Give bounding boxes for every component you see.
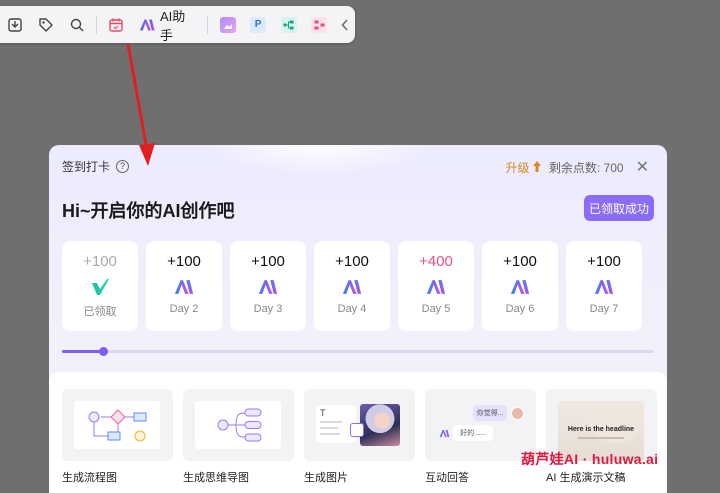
toolbar-divider: [207, 15, 209, 34]
image-app-icon[interactable]: [212, 6, 243, 43]
day-points: +100: [167, 253, 201, 270]
modal-header: 签到打卡 ?: [62, 158, 130, 175]
checkin-modal: 签到打卡 ? 升级 剩余点数: 700 ✕ Hi~开启你的AI创作吧 已领取成功…: [49, 145, 667, 493]
calendar-icon[interactable]: [101, 6, 132, 43]
feature-label: 互动回答: [425, 472, 469, 484]
header-glow: [199, 145, 439, 175]
day-points: +100: [503, 253, 537, 270]
flow-app-icon[interactable]: [273, 6, 304, 43]
feature-presentation[interactable]: Here is the headline AI 生成演示文稿: [546, 389, 657, 485]
day-label: Day 3: [253, 303, 283, 315]
feature-image[interactable]: T 生成图片: [304, 389, 415, 485]
chat-bubble-ai: 好的......: [453, 425, 493, 441]
image-thumbnail: T: [304, 389, 415, 461]
collapse-icon[interactable]: [335, 6, 355, 43]
feature-section: 生成流程图 生成思维导图 T 生成图片 你觉得... 好的...... 互动回答…: [49, 372, 667, 493]
day-card-1[interactable]: +100 已领取: [62, 241, 138, 331]
claimed-button[interactable]: 已领取成功: [584, 195, 654, 221]
day-cards: +100 已领取 +100 Day 2 +100 Day 3 +100 Day …: [62, 241, 642, 331]
ai-helper-button[interactable]: AI助手: [131, 6, 203, 44]
mindmap-app-icon[interactable]: [304, 6, 335, 43]
avatar: [511, 407, 524, 420]
p-app-letter: P: [250, 16, 267, 33]
check-icon: [92, 279, 109, 295]
day-card-2[interactable]: +100 Day 2: [146, 241, 222, 331]
ai-logo-icon: [510, 280, 530, 294]
upgrade-arrow-icon: [532, 160, 541, 172]
ai-logo-icon: [140, 18, 156, 31]
modal-header-right: 升级 剩余点数: 700 ✕: [506, 157, 649, 177]
day-points: +100: [83, 253, 117, 270]
day-points: +100: [587, 253, 621, 270]
checkin-progress-knob: [99, 347, 109, 356]
toolbar: AI助手 P: [0, 6, 355, 43]
feature-mindmap[interactable]: 生成思维导图: [183, 389, 294, 485]
day-card-3[interactable]: +100 Day 3: [230, 241, 306, 331]
help-icon[interactable]: ?: [116, 160, 130, 173]
ai-logo-icon: [174, 280, 194, 294]
checkin-progress-track: [62, 347, 654, 356]
feature-label: 生成图片: [304, 472, 348, 484]
ai-logo-icon: [594, 280, 614, 294]
feature-list: 生成流程图 生成思维导图 T 生成图片 你觉得... 好的...... 互动回答…: [62, 389, 657, 485]
day-label: Day 2: [169, 303, 199, 315]
ai-logo-icon: [426, 280, 446, 294]
feature-label: 生成思维导图: [183, 472, 249, 484]
feature-flowchart[interactable]: 生成流程图: [62, 389, 173, 485]
toolbar-divider: [95, 15, 97, 34]
day-label: Day 6: [505, 303, 535, 315]
upgrade-label: 升级: [505, 160, 530, 175]
portrait-image: [360, 404, 400, 446]
tag-icon[interactable]: [31, 6, 62, 43]
day-points: +100: [251, 253, 285, 270]
feature-chat[interactable]: 你觉得... 好的...... 互动回答: [425, 389, 536, 485]
image-tool-icon: [350, 423, 364, 437]
flowchart-thumbnail: [62, 389, 173, 461]
feature-label: AI 生成演示文稿: [546, 472, 626, 484]
modal-title: 签到打卡: [62, 160, 111, 174]
day-card-4[interactable]: +100 Day 4: [314, 241, 390, 331]
ai-helper-label: AI助手: [159, 8, 186, 43]
ai-logo-icon: [258, 280, 278, 294]
day-card-6[interactable]: +100 Day 6: [482, 241, 558, 331]
chat-thumbnail: 你觉得... 好的......: [425, 389, 536, 461]
p-app-icon[interactable]: P: [243, 6, 274, 43]
day-label: Day 5: [421, 303, 451, 315]
chat-bubble-user: 你觉得...: [473, 405, 507, 421]
close-icon[interactable]: ✕: [636, 157, 649, 177]
day-label: 已领取: [83, 306, 117, 318]
ai-logo-icon: [439, 429, 450, 438]
day-label: Day 7: [589, 303, 619, 315]
watermark: 葫芦娃AI · huluwa.ai: [521, 451, 659, 467]
checkin-progress-fill: [62, 350, 104, 353]
mindmap-thumbnail: [183, 389, 294, 461]
day-card-7[interactable]: +100 Day 7: [566, 241, 642, 331]
day-points: +100: [335, 253, 369, 270]
upgrade-link[interactable]: 升级: [506, 159, 541, 176]
svg-text:T: T: [320, 408, 326, 418]
points-remaining: 剩余点数: 700: [548, 160, 624, 175]
feature-label: 生成流程图: [62, 472, 117, 484]
greeting-title: Hi~开启你的AI创作吧: [62, 201, 235, 221]
day-points: +400: [419, 253, 453, 270]
day-card-5[interactable]: +400 Day 5: [398, 241, 474, 331]
download-icon[interactable]: [0, 6, 31, 43]
search-icon[interactable]: [61, 6, 92, 43]
slide-headline: Here is the headline: [567, 426, 635, 433]
day-label: Day 4: [337, 303, 367, 315]
ai-logo-icon: [342, 280, 362, 294]
